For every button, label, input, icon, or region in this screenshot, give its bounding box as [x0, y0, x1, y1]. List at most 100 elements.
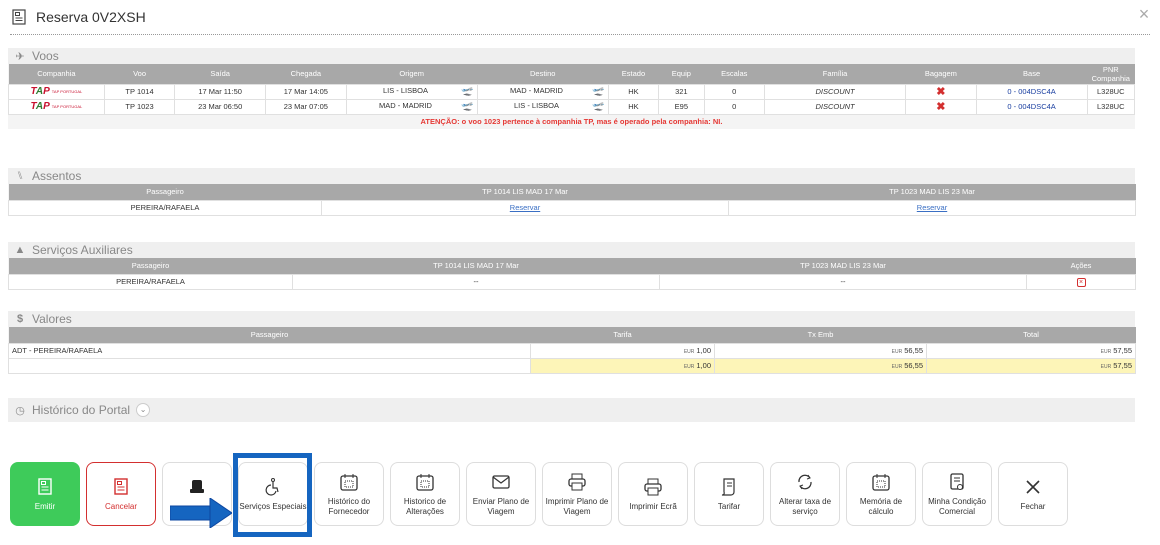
button-label: Imprimir Ecrã — [629, 502, 677, 511]
txemb-value: 56,55 — [904, 346, 923, 355]
servicos-header: ▲ Serviços Auxiliares — [8, 242, 1135, 258]
origem-text: MAD - MADRID — [379, 101, 432, 110]
tarifa-cell: EUR 1,00 — [530, 342, 715, 359]
col-header: Origem — [346, 64, 478, 84]
table-row: TAP TAP PORTUGAL TP 1014 17 Mar 11:50 17 … — [8, 83, 1136, 100]
button-label: Historico de Alterações — [403, 497, 447, 516]
familia-cell: DISCOUNT — [763, 83, 907, 100]
airline-logo: TAP TAP PORTUGAL — [8, 98, 105, 115]
imprimir-ecra-button[interactable]: Imprimir Ecrã — [618, 462, 688, 526]
destino-cell: MAD - MADRID 🛫 — [476, 83, 609, 100]
col-header: Equip — [658, 64, 705, 84]
origem-cell: LIS - LISBOA 🛫 — [345, 83, 478, 100]
button-label: Enviar Plano de Viagem — [472, 497, 530, 516]
minha-condicao-button[interactable]: Minha Condição Comercial — [922, 462, 992, 526]
reservar-cell: Reservar — [728, 199, 1136, 216]
col-header: PNR Companhia — [1087, 64, 1135, 84]
table-row: PEREIRA/RAFAELA -- -- × — [8, 273, 1136, 290]
pnr-cell: L328UC — [1086, 98, 1136, 115]
assentos-table: Passageiro TP 1014 LIS MAD 17 Mar TP 102… — [8, 184, 1136, 216]
col-header: Passageiro — [8, 258, 293, 274]
seat-icon — [186, 475, 208, 497]
saida-cell: 17 Mar 11:50 — [174, 83, 267, 100]
voo-cell: TP 1014 — [103, 83, 176, 100]
plane-icon: ✈ — [15, 50, 25, 63]
historico-fornecedor-button[interactable]: Histórico do Fornecedor — [314, 462, 384, 526]
passenger-cell: ADT - PEREIRA/RAFAELA — [8, 342, 531, 359]
refresh-icon — [794, 471, 816, 493]
currency: EUR — [683, 349, 695, 355]
page-title: Reserva 0V2XSH — [36, 9, 146, 25]
historico-section[interactable]: ◷ Histórico do Portal ⌄ — [8, 398, 1135, 422]
fechar-button[interactable]: Fechar — [998, 462, 1068, 526]
enviar-plano-button[interactable]: Enviar Plano de Viagem — [466, 462, 536, 526]
button-label: Fechar — [1020, 502, 1046, 511]
currency: EUR — [891, 349, 903, 355]
printer-icon — [566, 471, 588, 493]
emitir-button[interactable]: Emitir — [10, 462, 80, 526]
txemb-cell: EUR 56,55 — [714, 342, 927, 359]
destino-cell: LIS - LISBOA 🛫 — [476, 98, 609, 115]
escalas-cell: 0 — [703, 83, 765, 100]
col-header: Tx Emb — [714, 327, 927, 343]
close-icon — [1022, 476, 1044, 498]
col-header: TP 1023 MAD LIS 23 Mar — [659, 258, 1027, 274]
tarifa-value: 1,00 — [696, 346, 711, 355]
valores-header-row: Passageiro Tarifa Tx Emb Total — [8, 327, 1136, 343]
reservar-link[interactable]: Reservar — [510, 203, 540, 212]
col-header: Família — [764, 64, 906, 84]
col-header: Chegada — [265, 64, 347, 84]
memoria-calculo-button[interactable]: Memória de cálculo — [846, 462, 916, 526]
currency: EUR — [1100, 364, 1112, 370]
table-row: TAP TAP PORTUGAL TP 1023 23 Mar 06:50 23 … — [8, 98, 1136, 115]
familia-cell: DISCOUNT — [763, 98, 907, 115]
col-header: Base — [976, 64, 1088, 84]
table-row: ADT - PEREIRA/RAFAELA EUR 1,00 EUR 56,55 E… — [8, 342, 1136, 359]
txemb-total-cell: EUR 56,55 — [714, 357, 927, 374]
section-title: Voos — [32, 49, 59, 63]
service-icon: ▲ — [14, 244, 26, 256]
close-icon[interactable]: × — [1136, 5, 1152, 23]
tarifar-button[interactable]: Tarifar — [694, 462, 764, 526]
voos-section: ✈ Voos Companhia Voo Saída Chegada Orige… — [8, 48, 1136, 129]
col-header: Passageiro — [8, 327, 531, 343]
alterar-taxa-button[interactable]: Alterar taxa de serviço — [770, 462, 840, 526]
assentos-header: ⑊ Assentos — [8, 168, 1135, 184]
historico-header[interactable]: ◷ Histórico do Portal ⌄ — [8, 398, 1135, 422]
chevron-down-icon[interactable]: ⌄ — [136, 403, 151, 417]
col-header: Escalas — [704, 64, 765, 84]
cancelar-button[interactable]: Cancelar — [86, 462, 156, 526]
departure-icon: 🛫 — [592, 101, 605, 112]
origem-cell: MAD - MADRID 🛫 — [345, 98, 478, 115]
airline-logo: TAP TAP PORTUGAL — [8, 83, 105, 100]
voos-header: ✈ Voos — [8, 48, 1135, 64]
col-header: Destino — [477, 64, 609, 84]
reservar-link[interactable]: Reservar — [917, 203, 947, 212]
button-label: Tarifar — [717, 502, 741, 511]
estado-cell: HK — [607, 83, 660, 100]
airline-logo-text: TAP PORTUGAL — [51, 89, 83, 94]
base-link[interactable]: 0 - 004DSC4A — [975, 98, 1088, 115]
grand-total: 57,55 — [1113, 361, 1132, 370]
envelope-icon — [490, 471, 512, 493]
button-label: Cancelar — [104, 502, 137, 511]
section-title: Histórico do Portal — [32, 403, 131, 417]
window-header: Reserva 0V2XSH — [10, 6, 146, 28]
tarifa-total-cell: EUR 1,00 — [530, 357, 715, 374]
col-header: Passageiro — [8, 184, 322, 200]
section-title: Serviços Auxiliares — [32, 243, 133, 257]
imprimir-plano-button[interactable]: Imprimir Plano de Viagem — [542, 462, 612, 526]
airline-logo-text: TAP PORTUGAL — [51, 104, 83, 109]
voos-header-row: Companhia Voo Saída Chegada Origem Desti… — [8, 64, 1135, 84]
col-header: Companhia — [8, 64, 105, 84]
destino-text: MAD - MADRID — [510, 86, 563, 95]
historico-alteracoes-button[interactable]: Historico de Alterações — [390, 462, 460, 526]
remove-icon[interactable]: × — [1076, 277, 1086, 287]
no-baggage-icon: ✖ — [936, 86, 946, 98]
estado-cell: HK — [607, 98, 660, 115]
col-header: Total — [926, 327, 1136, 343]
base-link[interactable]: 0 - 004DSC4A — [975, 83, 1088, 100]
button-label: Memória de cálculo — [859, 497, 903, 516]
pnr-cell: L328UC — [1086, 83, 1136, 100]
departure-icon: 🛫 — [461, 101, 474, 112]
